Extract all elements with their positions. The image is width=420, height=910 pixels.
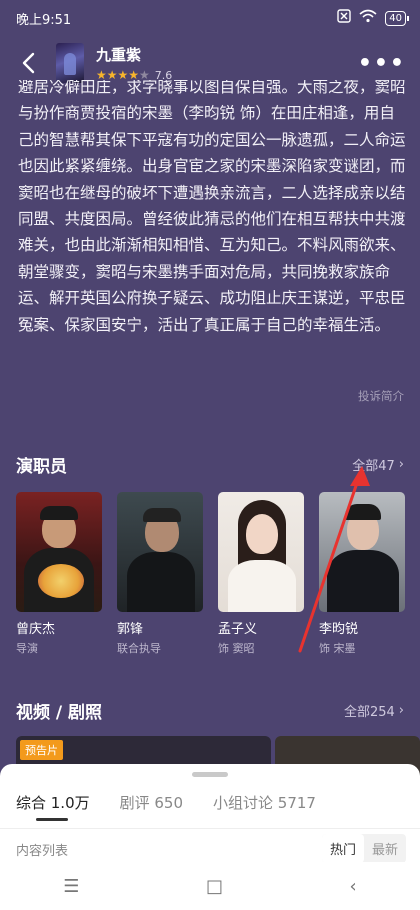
trailer-tag: 预告片	[20, 740, 63, 760]
back-arrow-icon	[22, 52, 35, 74]
sort-toggle: 热门 最新	[321, 834, 406, 863]
status-bar: 晚上9:51 40	[0, 0, 420, 36]
show-title: 九重紫	[96, 46, 142, 64]
tab-reviews[interactable]: 剧评 650	[120, 792, 183, 813]
menu-icon[interactable]: ☰	[63, 876, 79, 897]
back-icon[interactable]: ‹	[350, 876, 357, 897]
sort-latest-button[interactable]: 最新	[364, 834, 406, 863]
system-nav-bar: ☰ □ ‹	[0, 862, 420, 910]
tab-group-discussion[interactable]: 小组讨论 5717	[213, 792, 316, 813]
sheet-tabs: 综合 1.0万 剧评 650 小组讨论 5717	[16, 792, 316, 821]
chevron-right-icon: ›	[398, 703, 404, 718]
media-section-title: 视频 / 剧照	[16, 703, 103, 723]
media-view-all-link[interactable]: 全部254 ›	[344, 701, 404, 720]
back-button[interactable]	[14, 43, 42, 83]
status-icons: 40	[337, 9, 409, 27]
mute-icon	[337, 9, 351, 27]
wifi-icon	[359, 9, 377, 27]
media-section-header: 视频 / 剧照 全部254 ›	[16, 698, 404, 723]
annotation-arrow-icon	[298, 466, 370, 653]
synopsis-body: 避居冷僻田庄，求字晓事以图自保自强。大雨之夜，窦昭与扮作商贾投宿的宋墨（李昀锐 …	[18, 80, 406, 334]
sheet-divider	[0, 828, 420, 829]
content-list-label: 内容列表	[16, 844, 69, 859]
cast-card[interactable]: 郭锋 联合执导	[117, 492, 203, 656]
sheet-drag-handle[interactable]	[192, 772, 228, 777]
tab-overview[interactable]: 综合 1.0万	[16, 792, 90, 821]
more-options-button[interactable]: •••	[358, 51, 406, 76]
cast-photo	[117, 492, 203, 612]
cast-card[interactable]: 曾庆杰 导演	[16, 492, 102, 656]
poster-thumbnail[interactable]	[56, 43, 84, 83]
cast-name: 曾庆杰	[16, 622, 56, 637]
cast-role: 联合执导	[117, 642, 161, 655]
synopsis-text: 避居冷僻田庄，求字晓事以图自保自强。大雨之夜，窦昭与扮作商贾投宿的宋墨（李昀锐 …	[18, 80, 406, 384]
report-synopsis-link[interactable]: 投诉简介	[358, 388, 404, 404]
cast-photo	[16, 492, 102, 612]
title-block: 九重紫 ★★★★★ 7.6	[96, 44, 172, 82]
home-icon[interactable]: □	[206, 876, 223, 897]
cast-name: 郭锋	[117, 622, 144, 637]
cast-section-title: 演职员	[16, 457, 67, 477]
cast-role: 导演	[16, 642, 38, 655]
media-all-label: 全部254	[343, 705, 395, 720]
battery-icon: 40	[385, 10, 409, 26]
chevron-right-icon: ›	[398, 457, 404, 472]
status-time: 晚上9:51	[16, 12, 72, 28]
sort-hot-button[interactable]: 热门	[321, 834, 364, 863]
